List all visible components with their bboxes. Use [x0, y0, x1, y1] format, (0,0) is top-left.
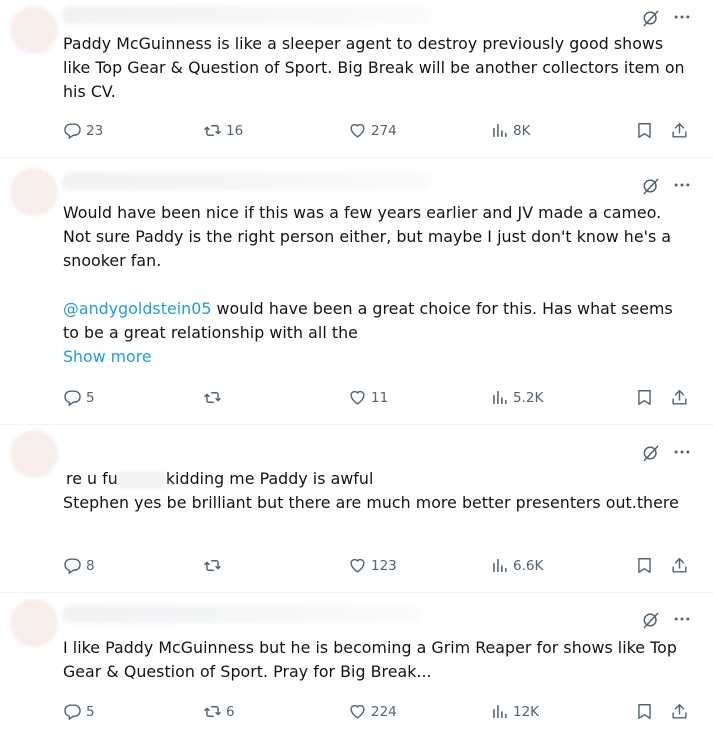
avatar[interactable]: [10, 6, 58, 54]
views-button[interactable]: 6.6K: [490, 556, 543, 575]
author-header: [62, 6, 432, 24]
reply-count: 23: [86, 122, 104, 139]
reply-icon: [63, 702, 82, 721]
views-count: 5.2K: [513, 389, 544, 406]
bookmark-button[interactable]: [635, 121, 654, 140]
like-count: 274: [371, 122, 397, 139]
avatar[interactable]: [10, 599, 58, 647]
tweet-text-line2: Stephen yes be brilliant but there are m…: [63, 493, 679, 512]
share-icon: [670, 702, 689, 721]
reply-button[interactable]: 23: [63, 121, 103, 140]
tweet[interactable]: Would have been nice if this was a few y…: [0, 158, 713, 425]
like-button[interactable]: 11: [348, 388, 388, 407]
tweet-text: Would have been nice if this was a few y…: [63, 203, 677, 270]
like-button[interactable]: 123: [348, 556, 397, 575]
repost-icon: [203, 121, 222, 140]
repost-button[interactable]: 16: [203, 121, 243, 140]
repost-button[interactable]: [203, 388, 226, 407]
views-button[interactable]: 12K: [490, 702, 539, 721]
redacted-word: [117, 470, 166, 489]
repost-count: 6: [226, 703, 235, 720]
repost-button[interactable]: 6: [203, 702, 235, 721]
mention-link[interactable]: @andygoldstein05: [63, 299, 211, 318]
tweet-text: I like Paddy McGuinness but he is becomi…: [63, 638, 683, 681]
views-count: 12K: [513, 703, 540, 720]
grok-icon[interactable]: [641, 176, 661, 196]
like-count: 11: [371, 389, 389, 406]
views-icon: [490, 388, 509, 407]
views-icon: [490, 702, 509, 721]
bookmark-icon: [635, 121, 654, 140]
reply-icon: [63, 556, 82, 575]
share-icon: [670, 388, 689, 407]
bookmark-icon: [635, 556, 654, 575]
like-icon: [348, 556, 367, 575]
tweet-text-end: kidding me Paddy is awful: [165, 469, 374, 488]
show-more-link[interactable]: Show more: [63, 347, 152, 366]
avatar[interactable]: [10, 430, 58, 478]
tweet-text: re u fu kidding me Paddy is awful: [66, 467, 693, 491]
reply-icon: [63, 121, 82, 140]
more-icon[interactable]: [671, 7, 693, 27]
more-icon[interactable]: [671, 609, 693, 629]
more-icon[interactable]: [671, 175, 693, 195]
tweet[interactable]: Paddy McGuinness is like a sleeper agent…: [0, 0, 713, 158]
bookmark-icon: [635, 702, 654, 721]
grok-icon[interactable]: [641, 8, 661, 28]
author-header: [62, 172, 432, 190]
reply-icon: [63, 388, 82, 407]
tweet-text-2: @andygoldstein05 would have been a great…: [63, 297, 693, 345]
more-icon[interactable]: [671, 442, 693, 462]
views-button[interactable]: 5.2K: [490, 388, 543, 407]
repost-icon: [203, 388, 222, 407]
reply-button[interactable]: 5: [63, 702, 95, 721]
bookmark-button[interactable]: [635, 388, 654, 407]
reply-count: 5: [86, 703, 95, 720]
repost-count: 16: [226, 122, 244, 139]
repost-icon: [203, 556, 222, 575]
repost-button[interactable]: [203, 556, 226, 575]
like-button[interactable]: 274: [348, 121, 397, 140]
bookmark-icon: [635, 388, 654, 407]
repost-icon: [203, 702, 222, 721]
reply-count: 5: [86, 389, 95, 406]
views-button[interactable]: 8K: [490, 121, 530, 140]
avatar[interactable]: [10, 168, 58, 216]
tweet-text-start: re u fu: [66, 469, 118, 488]
tweet[interactable]: re u fu kidding me Paddy is awful Stephen…: [0, 425, 713, 593]
grok-icon[interactable]: [641, 610, 661, 630]
share-button[interactable]: [670, 388, 689, 407]
author-header: [62, 605, 422, 623]
tweet[interactable]: I like Paddy McGuinness but he is becomi…: [0, 593, 713, 750]
reply-count: 8: [86, 557, 95, 574]
tweet-text: Paddy McGuinness is like a sleeper agent…: [63, 34, 690, 101]
share-icon: [670, 556, 689, 575]
like-icon: [348, 702, 367, 721]
bookmark-button[interactable]: [635, 702, 654, 721]
like-count: 123: [371, 557, 397, 574]
reply-button[interactable]: 8: [63, 556, 95, 575]
like-icon: [348, 121, 367, 140]
share-button[interactable]: [670, 702, 689, 721]
bookmark-button[interactable]: [635, 556, 654, 575]
share-icon: [670, 121, 689, 140]
views-count: 6.6K: [513, 557, 544, 574]
views-icon: [490, 556, 509, 575]
grok-icon[interactable]: [641, 443, 661, 463]
like-button[interactable]: 224: [348, 702, 397, 721]
views-count: 8K: [513, 122, 531, 139]
like-icon: [348, 388, 367, 407]
like-count: 224: [371, 703, 397, 720]
share-button[interactable]: [670, 556, 689, 575]
reply-button[interactable]: 5: [63, 388, 95, 407]
views-icon: [490, 121, 509, 140]
share-button[interactable]: [670, 121, 689, 140]
